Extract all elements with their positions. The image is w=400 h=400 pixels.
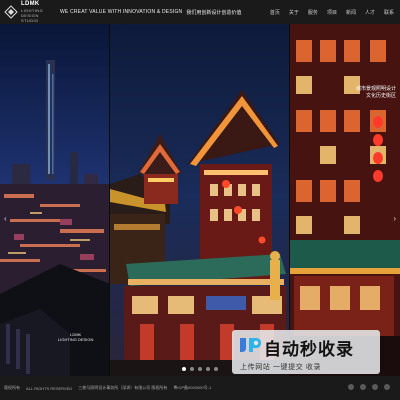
gallery-prev-arrow[interactable]: ‹ xyxy=(4,214,7,223)
temple-image xyxy=(110,24,290,376)
badge-line-2: LIGHTING DESIGN xyxy=(58,337,94,342)
ldmk-badge: LDMK LIGHTING DESIGN xyxy=(58,332,93,342)
logo-text: LDMK LIGHTING DESIGN STUDIO xyxy=(21,1,43,23)
footer-rights: ALL RIGHTS RESERVED xyxy=(26,385,73,391)
gallery-next-arrow[interactable]: › xyxy=(393,214,396,223)
wechat-icon[interactable] xyxy=(348,384,354,390)
gallery-dot[interactable] xyxy=(214,367,218,371)
qq-icon[interactable] xyxy=(372,384,378,390)
nav-item-careers[interactable]: 人才 xyxy=(365,9,375,16)
skyline-image xyxy=(0,24,110,376)
overlay-title-line-2: 文化历史街区 xyxy=(365,93,396,99)
slogan-chinese: 我们用创新设计创造价值 xyxy=(186,9,242,16)
weibo-icon[interactable] xyxy=(360,384,366,390)
nav-item-about[interactable]: 关于 xyxy=(289,9,299,16)
main-nav: 首页 关于 服务 项目 新闻 人才 联系 xyxy=(261,0,394,24)
gallery-dot[interactable] xyxy=(206,367,210,371)
social-icons xyxy=(342,384,390,390)
gallery-panel-skyline[interactable]: LDMK LIGHTING DESIGN xyxy=(0,24,110,376)
site-header: LDMK LIGHTING DESIGN STUDIO WE CREAT VAL… xyxy=(0,0,400,24)
site-footer: 版权所有 ALL RIGHTS RESERVED 三棱马照明设计事务所（深圳）有… xyxy=(0,376,400,400)
nav-item-news[interactable]: 新闻 xyxy=(346,9,356,16)
logo-line-1: LDMK xyxy=(21,1,40,7)
watermark-title: 自动秒收录 xyxy=(264,340,354,359)
footer-company: 三棱马照明设计事务所（深圳）有限公司 版权所有 xyxy=(78,385,168,390)
facade-image xyxy=(290,24,400,376)
slogan-english: WE CREAT VALUE WITH INNOVATION & DESIGN xyxy=(60,9,183,15)
nav-item-projects[interactable]: 项目 xyxy=(327,9,337,16)
gallery-dot[interactable] xyxy=(198,367,202,371)
logo-icon xyxy=(4,5,18,19)
watermark-subtitle: 上传网站 一键提交 收录 xyxy=(240,364,322,371)
logo-line-4: STUDIO xyxy=(21,18,39,23)
gallery-panel-temple[interactable] xyxy=(110,24,290,376)
gallery-dot[interactable] xyxy=(190,367,194,371)
gallery-dot[interactable] xyxy=(182,367,186,371)
nav-item-services[interactable]: 服务 xyxy=(308,9,318,16)
nav-item-home[interactable]: 首页 xyxy=(270,9,280,16)
gallery-panel-facade[interactable]: 城市景观照明设计 文化历史街区 xyxy=(290,24,400,376)
email-icon[interactable] xyxy=(384,384,390,390)
footer-copyright: 版权所有 xyxy=(4,385,20,390)
nav-item-contact[interactable]: 联系 xyxy=(384,9,394,16)
footer-icp-link[interactable]: 粤ICP备0000000号-1 xyxy=(173,385,211,391)
auto-index-watermark[interactable]: 自动秒收录 上传网站 一键提交 收录 xyxy=(232,330,380,374)
overlay-title-line-1: 城市景观照明设计 xyxy=(355,86,396,92)
facade-overlay-title: 城市景观照明设计 文化历史街区 xyxy=(312,86,396,100)
watermark-logo-icon xyxy=(240,338,261,352)
site-logo[interactable]: LDMK LIGHTING DESIGN STUDIO xyxy=(0,0,56,24)
hero-gallery: LDMK LIGHTING DESIGN 城市景观照明设计 文化历史街区 ‹ › xyxy=(0,24,400,376)
